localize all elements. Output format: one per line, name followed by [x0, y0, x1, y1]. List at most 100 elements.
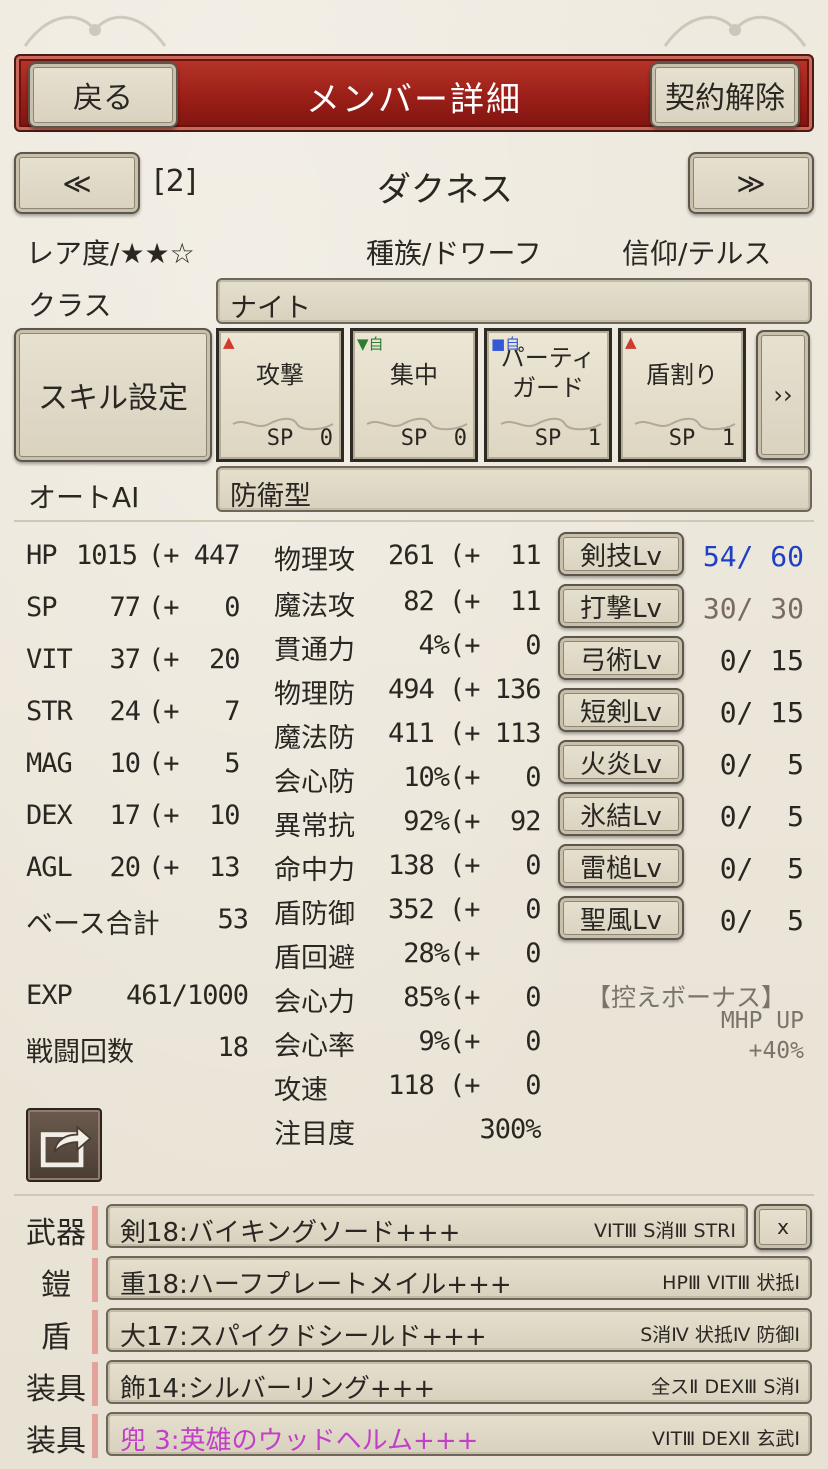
equip-slot-label: 装具	[26, 1372, 86, 1407]
class-field[interactable]: ナイト	[216, 278, 812, 324]
stat-value: 20	[109, 852, 141, 883]
stat-name: STR	[26, 696, 73, 727]
stat-bonus: (+ 5	[148, 748, 241, 779]
stat-value: 17	[109, 800, 141, 831]
stat-name: 貫通力	[274, 635, 355, 666]
exp-label: EXP	[26, 980, 73, 1011]
skill-card-party-guard[interactable]: ■自 パーティ ガード SP 1	[484, 328, 612, 462]
equip-item-armor[interactable]: 重18:ハーフプレートメイル+++ HPⅢ VITⅢ 状抵Ⅰ	[106, 1256, 812, 1300]
skill-sp: SP 0	[400, 426, 467, 451]
member-index: [2]	[154, 164, 197, 199]
equip-item-weapon[interactable]: 剣18:バイキングソード+++ VITⅢ S消Ⅲ STRⅠ	[106, 1204, 748, 1248]
skill-sp: SP 1	[534, 426, 601, 451]
equip-item-name: 兜 3:英雄のウッドヘルム+++	[120, 1426, 479, 1456]
stat-bonus: (+ 7	[148, 696, 241, 727]
skill-sp: SP 0	[266, 426, 333, 451]
member-name: ダクネス	[377, 170, 513, 210]
skill-name: 集中	[390, 361, 438, 389]
divider	[14, 520, 814, 522]
equip-slot-bar	[92, 1310, 98, 1354]
stat-value: 4%(+ 0	[388, 630, 542, 661]
stat-bonus: (+ 0	[148, 592, 241, 623]
equip-slot-label: 装具	[26, 1424, 86, 1459]
skill-level-value: 54/ 60	[702, 540, 804, 573]
equip-item-accessory-1[interactable]: 飾14:シルバーリング+++ 全スⅡ DEXⅢ S消Ⅰ	[106, 1360, 812, 1404]
stat-name: HP	[26, 540, 58, 571]
equip-item-tags: S消Ⅳ 状抵Ⅳ 防御Ⅰ	[640, 1324, 800, 1346]
stat-name: 魔法防	[274, 723, 355, 754]
back-button[interactable]: 戻る	[28, 62, 178, 128]
stat-value: 28%(+ 0	[388, 938, 541, 969]
stat-value: 82 (+ 11	[388, 586, 541, 617]
stat-value: 92%(+ 92	[388, 806, 541, 837]
release-contract-button[interactable]: 契約解除	[650, 62, 800, 128]
stat-name: VIT	[26, 644, 73, 675]
equip-item-tags: VITⅢ S消Ⅲ STRⅠ	[593, 1220, 736, 1242]
skill-name: 攻撃	[256, 361, 304, 389]
equip-slot-bar	[92, 1414, 98, 1458]
stat-value: 411 (+ 113	[388, 718, 542, 749]
skill-level-button[interactable]: 打撃Lv	[558, 584, 684, 628]
ornament-right	[663, 15, 807, 47]
skill-level-value: 0/ 5	[702, 904, 804, 937]
stat-value: 77	[109, 592, 141, 623]
skill-level-button[interactable]: 聖風Lv	[558, 896, 684, 940]
stat-value: 37	[109, 644, 141, 675]
more-skills-button[interactable]: ››	[756, 330, 810, 460]
stat-name: 注目度	[274, 1119, 355, 1150]
race: 種族/ドワーフ	[366, 237, 542, 270]
skill-card-shield-break[interactable]: ▲ 盾割り SP 1	[618, 328, 746, 462]
auto-ai-label: オートAI	[28, 481, 140, 514]
faith: 信仰/テルス	[622, 237, 772, 270]
skill-level-button[interactable]: 火炎Lv	[558, 740, 684, 784]
equip-slot-label: 盾	[41, 1320, 71, 1355]
skill-card-focus[interactable]: ▼自 集中 SP 0	[350, 328, 478, 462]
equip-item-name: 大17:スパイクドシールド+++	[120, 1322, 487, 1352]
stat-value: 9%(+ 0	[388, 1026, 542, 1057]
stat-bonus: (+ 10	[148, 800, 241, 831]
skill-level-button[interactable]: 短剣Lv	[558, 688, 684, 732]
skill-name: 盾割り	[646, 361, 718, 389]
ornament-left	[23, 15, 167, 47]
equip-slot-label: 武器	[26, 1216, 86, 1251]
equip-item-name: 飾14:シルバーリング+++	[120, 1374, 436, 1404]
skill-level-value: 30/ 30	[702, 592, 804, 625]
skill-card-attack[interactable]: ▲ 攻撃 SP 0	[216, 328, 344, 462]
skill-type-icon: ▲	[625, 333, 637, 351]
divider	[14, 1194, 814, 1196]
skill-level-button[interactable]: 弓術Lv	[558, 636, 684, 680]
stat-name: SP	[26, 592, 58, 623]
unequip-button[interactable]: x	[754, 1204, 812, 1250]
equip-item-accessory-2[interactable]: 兜 3:英雄のウッドヘルム+++ VITⅢ DEXⅡ 玄武Ⅰ	[106, 1412, 812, 1456]
stat-name: DEX	[26, 800, 73, 831]
equip-slot-bar	[92, 1206, 98, 1250]
skill-sp: SP 1	[668, 426, 735, 451]
skill-level-value: 0/ 15	[702, 644, 804, 677]
stat-name: 盾回避	[274, 943, 355, 974]
skill-level-value: 0/ 5	[702, 852, 804, 885]
stat-name: 会心力	[274, 987, 355, 1018]
skill-level-button[interactable]: 氷結Lv	[558, 792, 684, 836]
equip-item-name: 重18:ハーフプレートメイル+++	[120, 1270, 512, 1300]
stat-name: 会心率	[274, 1031, 355, 1062]
stat-name: 攻速	[274, 1075, 328, 1106]
equip-slot-bar	[92, 1258, 98, 1302]
prev-member-button[interactable]: ≪	[14, 152, 140, 214]
rarity-star-empty: ☆	[169, 237, 195, 270]
skill-settings-button[interactable]: スキル設定	[14, 328, 212, 462]
skill-level-button[interactable]: 剣技Lv	[558, 532, 684, 576]
skill-type-icon: ▲	[223, 333, 235, 351]
reserve-bonus-line2: +40%	[748, 1038, 804, 1064]
share-button[interactable]	[26, 1108, 102, 1182]
skill-level-value: 0/ 15	[702, 696, 804, 729]
equip-item-tags: 全スⅡ DEXⅢ S消Ⅰ	[651, 1376, 800, 1398]
stat-name: AGL	[26, 852, 73, 883]
rarity: レア度/★★☆	[26, 232, 195, 272]
skill-level-button[interactable]: 雷槌Lv	[558, 844, 684, 888]
auto-ai-field[interactable]: 防衛型	[216, 466, 812, 512]
next-member-button[interactable]: ≫	[688, 152, 814, 214]
stat-name: 魔法攻	[274, 591, 355, 622]
rarity-label: レア度/	[26, 237, 120, 270]
equip-item-shield[interactable]: 大17:スパイクドシールド+++ S消Ⅳ 状抵Ⅳ 防御Ⅰ	[106, 1308, 812, 1352]
base-total-label: ベース合計	[26, 909, 160, 940]
